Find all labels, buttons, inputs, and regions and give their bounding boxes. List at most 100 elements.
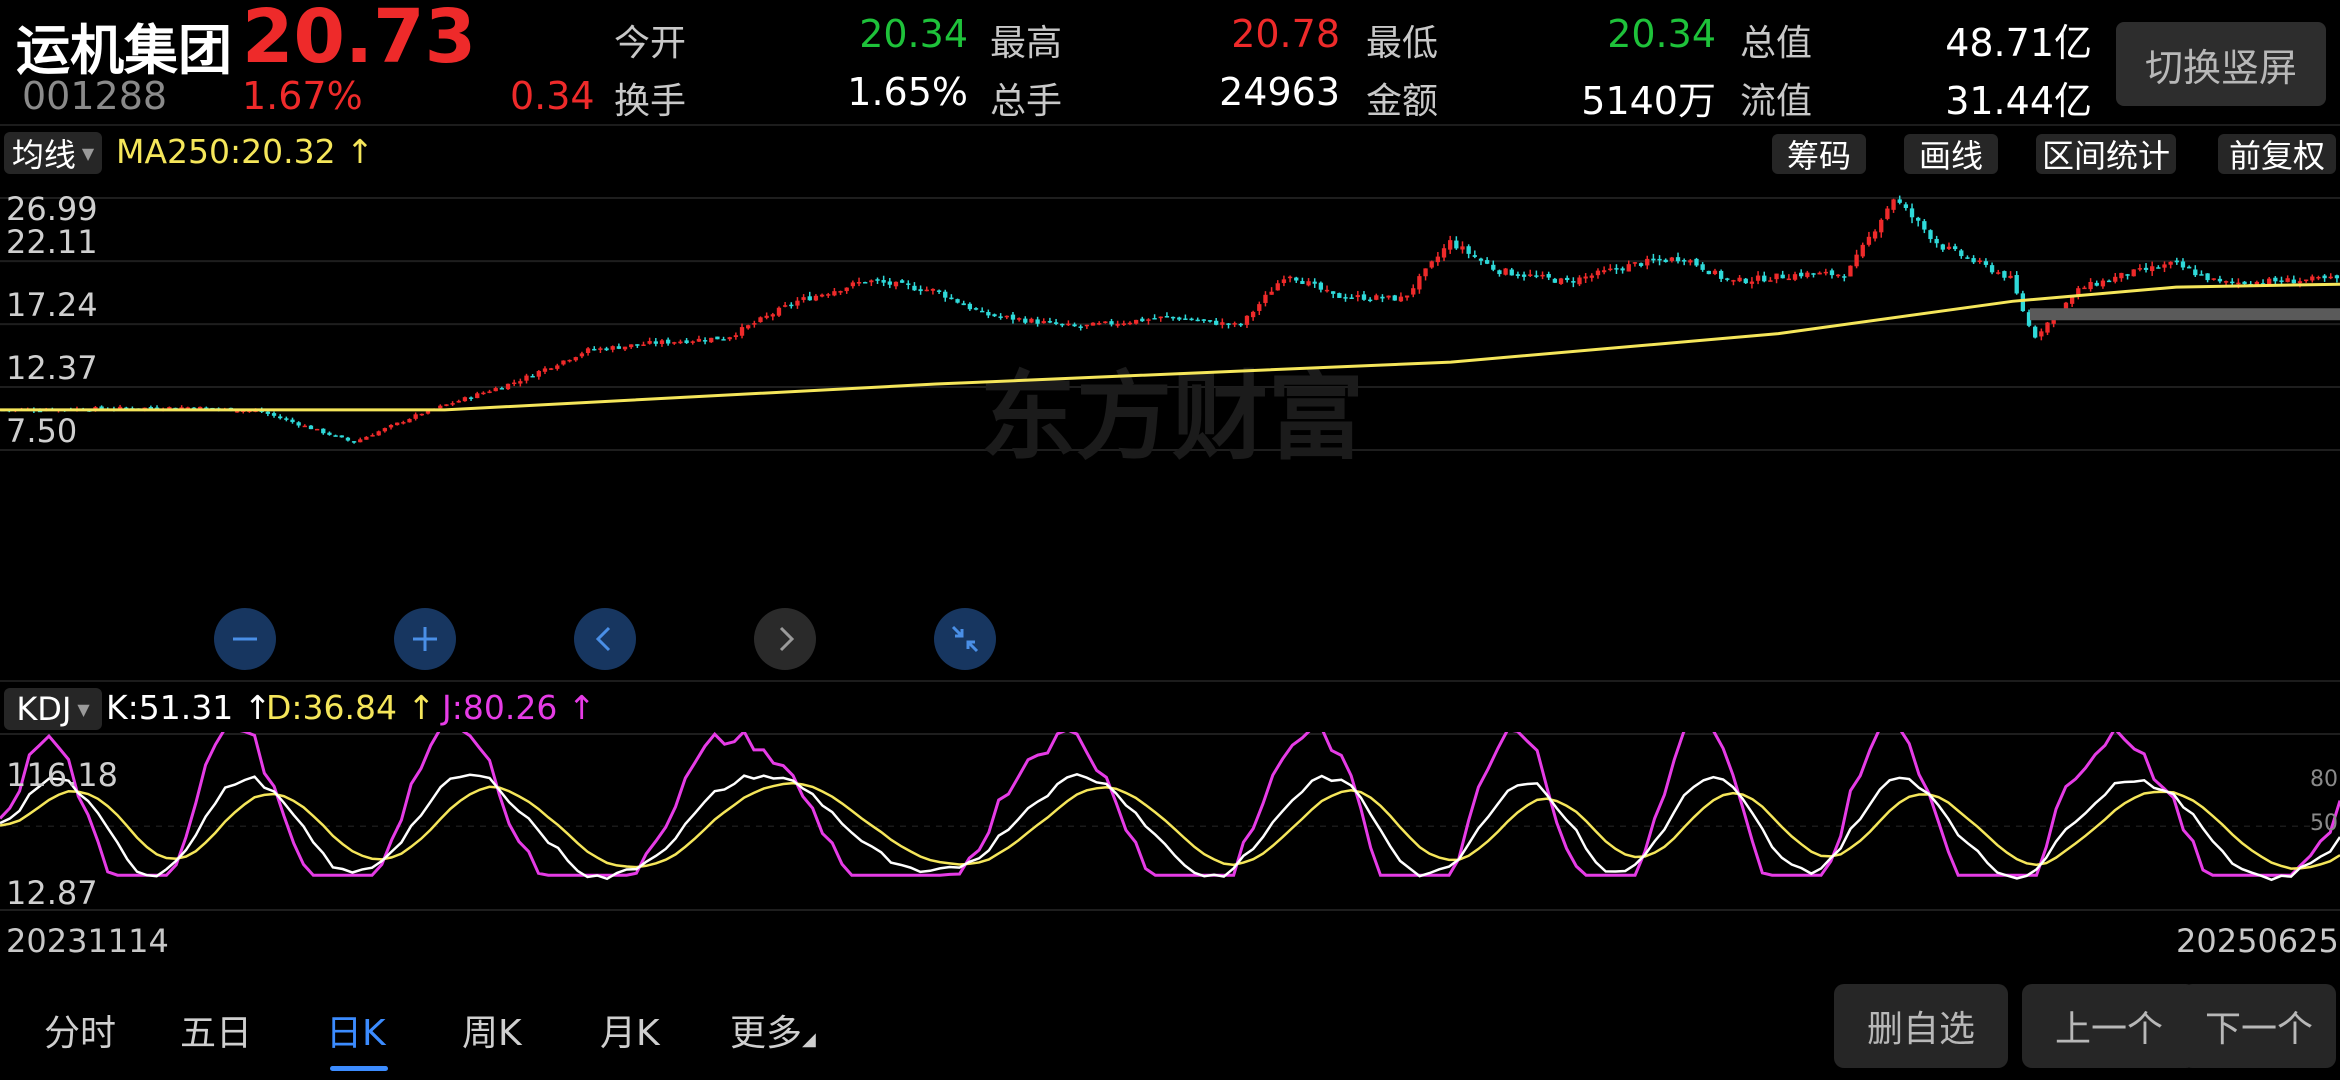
candle-body — [1737, 277, 1742, 282]
candle-body — [1244, 315, 1250, 325]
previous-stock-button[interactable]: 上一个 — [2022, 984, 2196, 1068]
candle-body — [561, 360, 566, 365]
candle-body — [672, 342, 677, 344]
candle-body — [327, 432, 332, 435]
candle-body — [2020, 293, 2026, 312]
candle-body — [1207, 320, 1213, 322]
candle-body — [1497, 270, 1502, 275]
current-price: 20.73 — [242, 0, 477, 80]
candle-body — [1916, 217, 1921, 221]
candle-body — [1989, 265, 1995, 273]
next-stock-button[interactable]: 下一个 — [2182, 984, 2336, 1068]
chevron-left-icon — [595, 626, 611, 652]
candle-body — [727, 337, 732, 340]
tab-intraday[interactable]: 分时 — [44, 1004, 116, 1056]
pan-right-button[interactable] — [754, 608, 816, 670]
candle-body — [1780, 274, 1785, 279]
candle-body — [776, 307, 782, 316]
candle-body — [382, 428, 388, 432]
candle-body — [838, 291, 843, 293]
candle-body — [2119, 272, 2124, 279]
kdj-chart[interactable]: 116.18 12.87 80 50 — [0, 732, 2340, 912]
candle-body — [1072, 324, 1077, 327]
candle-body — [684, 340, 689, 344]
candle-body — [358, 439, 363, 443]
zoom-in-button[interactable] — [394, 608, 456, 670]
kdj-indicator-select[interactable]: KDJ ▼ — [4, 688, 102, 730]
candle-body — [936, 290, 942, 292]
candle-body — [1663, 259, 1668, 263]
candle-body — [616, 346, 622, 349]
candle-body — [585, 348, 591, 353]
candle-body — [2211, 278, 2216, 280]
candle-body — [1133, 319, 1139, 324]
chips-button[interactable]: 筹码 — [1772, 134, 1866, 175]
tab-five-day[interactable]: 五日 — [180, 1004, 252, 1056]
chevron-right-icon — [779, 626, 795, 652]
candle-body — [1417, 276, 1422, 290]
candle-body — [573, 357, 578, 361]
candle-body — [647, 341, 652, 344]
stat-value-high: 20.78 — [1231, 12, 1340, 56]
candle-body — [2143, 267, 2149, 270]
draw-line-button[interactable]: 画线 — [1904, 134, 1998, 175]
candle-body — [1404, 295, 1410, 298]
stat-value-open: 20.34 — [859, 12, 968, 56]
candle-body — [869, 280, 874, 283]
candle-body — [1762, 275, 1767, 282]
candle-body — [1515, 274, 1521, 276]
range-stats-button[interactable]: 区间统计 — [2036, 134, 2176, 175]
candle-body — [1195, 319, 1200, 322]
candle-body — [813, 295, 819, 301]
candle-body — [1238, 323, 1243, 326]
candle-body — [1571, 281, 1576, 283]
tab-more[interactable]: 更多◢ — [730, 1004, 816, 1056]
pan-left-button[interactable] — [574, 608, 636, 670]
candle-body — [1521, 274, 1527, 277]
candle-body — [321, 428, 326, 434]
switch-portrait-button[interactable]: 切换竖屏 — [2116, 22, 2326, 106]
candle-body — [1872, 231, 1878, 239]
candle-body — [986, 312, 991, 316]
candle-body — [1226, 323, 1231, 325]
zoom-out-button[interactable] — [214, 608, 276, 670]
candle-body — [678, 341, 683, 344]
kline-chart[interactable]: 东方财富 26.9922.1117.2412.377.50 — [0, 180, 2340, 680]
forward-adjust-button[interactable]: 前复权 — [2218, 134, 2336, 175]
candle-body — [481, 392, 486, 395]
candle-body — [1232, 323, 1237, 325]
ma-indicator-label: 均线 — [11, 136, 76, 174]
tab-weekly-k[interactable]: 周K — [462, 1004, 522, 1056]
candle-body — [1860, 244, 1865, 257]
candle-body — [308, 425, 314, 430]
collapse-button[interactable] — [934, 608, 996, 670]
candle-body — [1097, 323, 1102, 325]
candle-body — [1016, 318, 1022, 320]
candle-body — [696, 338, 702, 342]
stat-value-amount: 5140万 — [1581, 79, 1716, 123]
candle-body — [117, 406, 123, 409]
candle-body — [302, 425, 307, 428]
candle-body — [1004, 315, 1009, 318]
candle-body — [1380, 296, 1385, 299]
candle-body — [284, 418, 289, 420]
ma-indicator-select[interactable]: 均线 ▼ — [4, 132, 102, 174]
candle-body — [746, 325, 751, 329]
candle-body — [536, 371, 541, 377]
remove-watchlist-button[interactable]: 删自选 — [1834, 984, 2008, 1068]
candle-body — [1626, 264, 1631, 272]
candle-body — [1903, 204, 1909, 208]
candle-body — [388, 424, 394, 428]
candle-body — [2303, 279, 2309, 282]
candle-body — [1700, 264, 1705, 270]
candle-body — [314, 428, 320, 431]
candle-body — [1220, 322, 1225, 325]
candle-body — [278, 416, 283, 419]
candle-body — [2217, 278, 2223, 282]
dropdown-arrow-icon: ▼ — [81, 143, 95, 163]
candle-body — [419, 413, 424, 416]
tab-monthly-k[interactable]: 月K — [600, 1004, 660, 1056]
tab-daily-k[interactable]: 日K — [326, 1004, 386, 1056]
candle-body — [930, 288, 936, 291]
kdj-k-line — [0, 773, 2340, 882]
